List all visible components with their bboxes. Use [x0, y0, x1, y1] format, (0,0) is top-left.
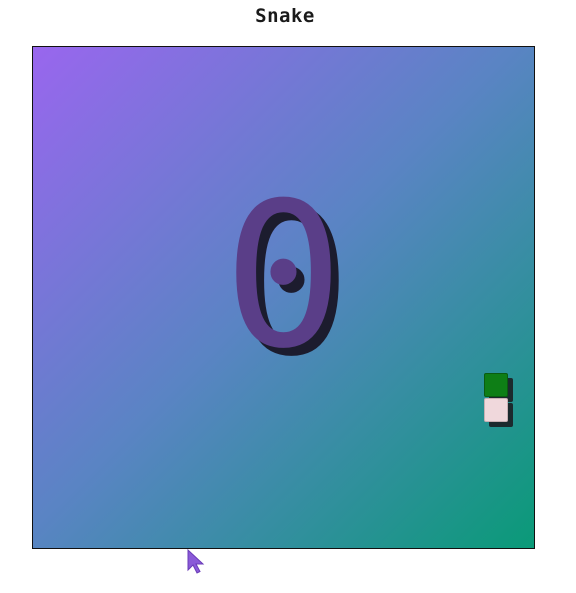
snake-head [484, 398, 508, 422]
score-display: 0 [223, 160, 344, 393]
game-board[interactable]: 0 [32, 46, 535, 549]
mouse-pointer-icon [187, 548, 205, 574]
food-pellet [484, 373, 508, 397]
game-title: Snake [255, 5, 315, 27]
